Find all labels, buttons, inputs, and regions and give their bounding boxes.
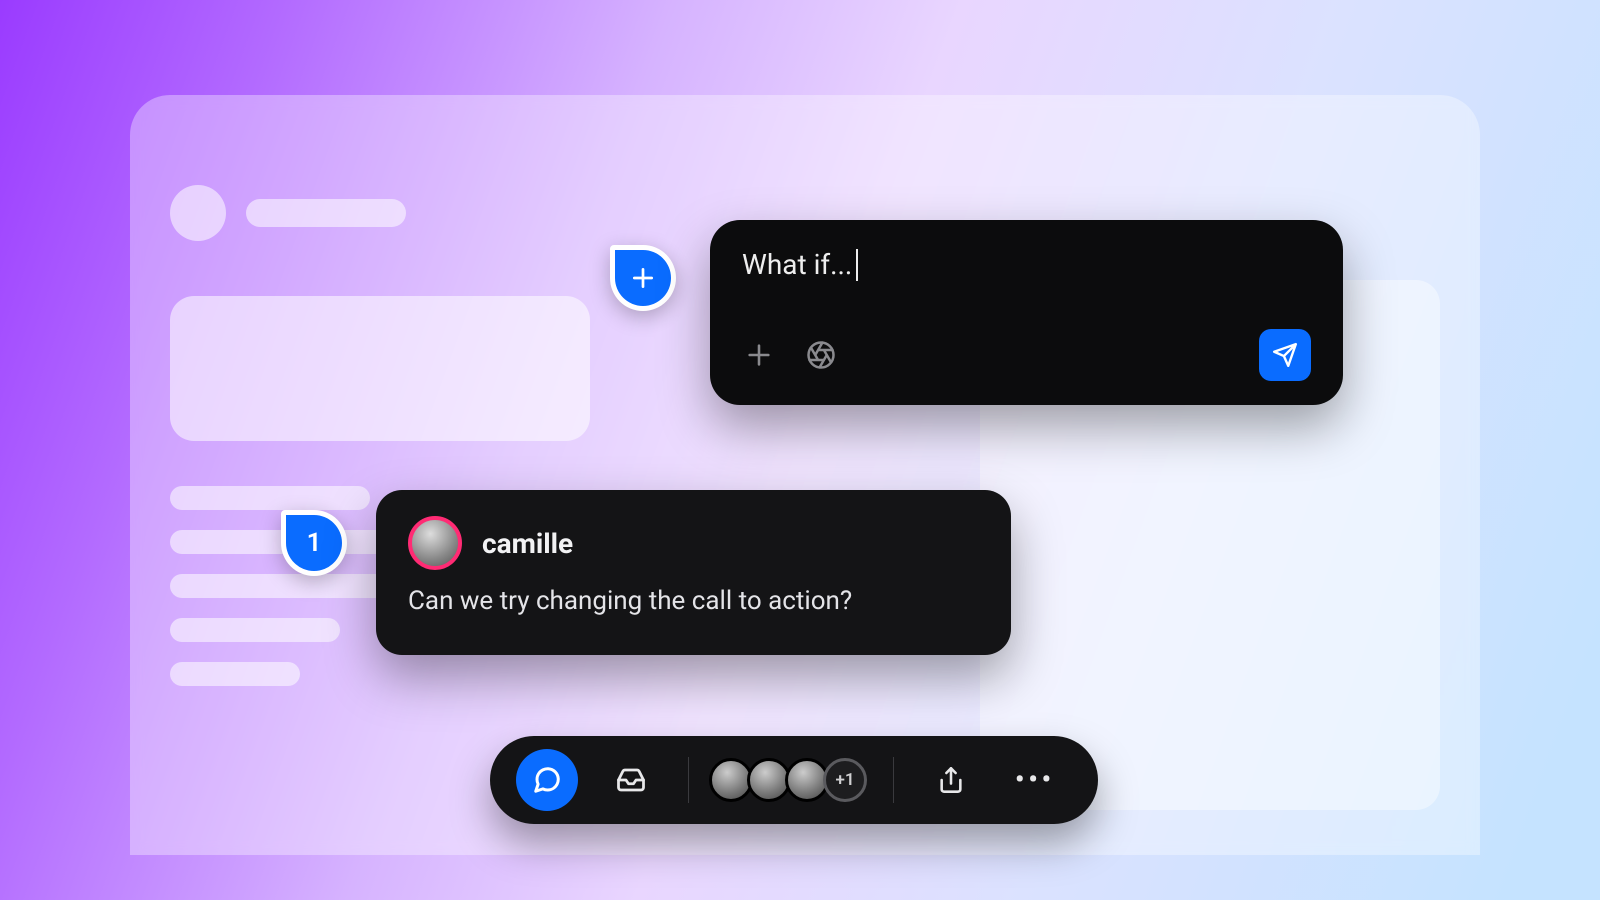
toolbar-divider [688,757,689,803]
aperture-icon [806,340,836,370]
inbox-button[interactable] [600,749,662,811]
skeleton-line [170,662,300,686]
comment-header: camille [408,516,979,570]
comments-mode-button[interactable] [516,749,578,811]
share-button[interactable] [920,749,982,811]
comment-author: camille [482,527,573,560]
send-button[interactable] [1259,329,1311,381]
skeleton-line [170,618,340,642]
send-icon [1272,342,1298,368]
more-icon: ••• [1015,765,1055,795]
composer-draft-text: What if... [742,248,852,281]
composer-actions [742,329,1311,381]
skeleton-line [170,574,400,598]
avatar [408,516,462,570]
comment-thread-pin[interactable]: 1 [281,510,347,576]
skeleton-card [170,296,590,441]
screenshot-button[interactable] [804,338,838,372]
share-icon [937,766,965,794]
presence-overflow-count: +1 [835,770,854,790]
new-comment-pin[interactable] [610,245,676,311]
comment-popover[interactable]: camille Can we try changing the call to … [376,490,1011,655]
skeleton-avatar [170,185,226,241]
toolbar-divider [893,757,894,803]
plus-icon [630,265,656,291]
plus-icon [745,341,773,369]
chat-icon [532,765,562,795]
inbox-icon [616,765,646,795]
thread-count: 1 [307,528,322,558]
presence-avatars[interactable]: +1 [715,758,867,802]
more-button[interactable]: ••• [1004,749,1066,811]
skeleton-line [170,486,370,510]
add-attachment-button[interactable] [742,338,776,372]
presence-overflow[interactable]: +1 [823,758,867,802]
text-caret [856,249,858,281]
skeleton-title [246,199,406,227]
collaboration-toolbar: +1 ••• [490,736,1098,824]
comment-composer[interactable]: What if... [710,220,1343,405]
composer-input[interactable]: What if... [742,248,1311,281]
comment-body: Can we try changing the call to action? [408,586,979,616]
